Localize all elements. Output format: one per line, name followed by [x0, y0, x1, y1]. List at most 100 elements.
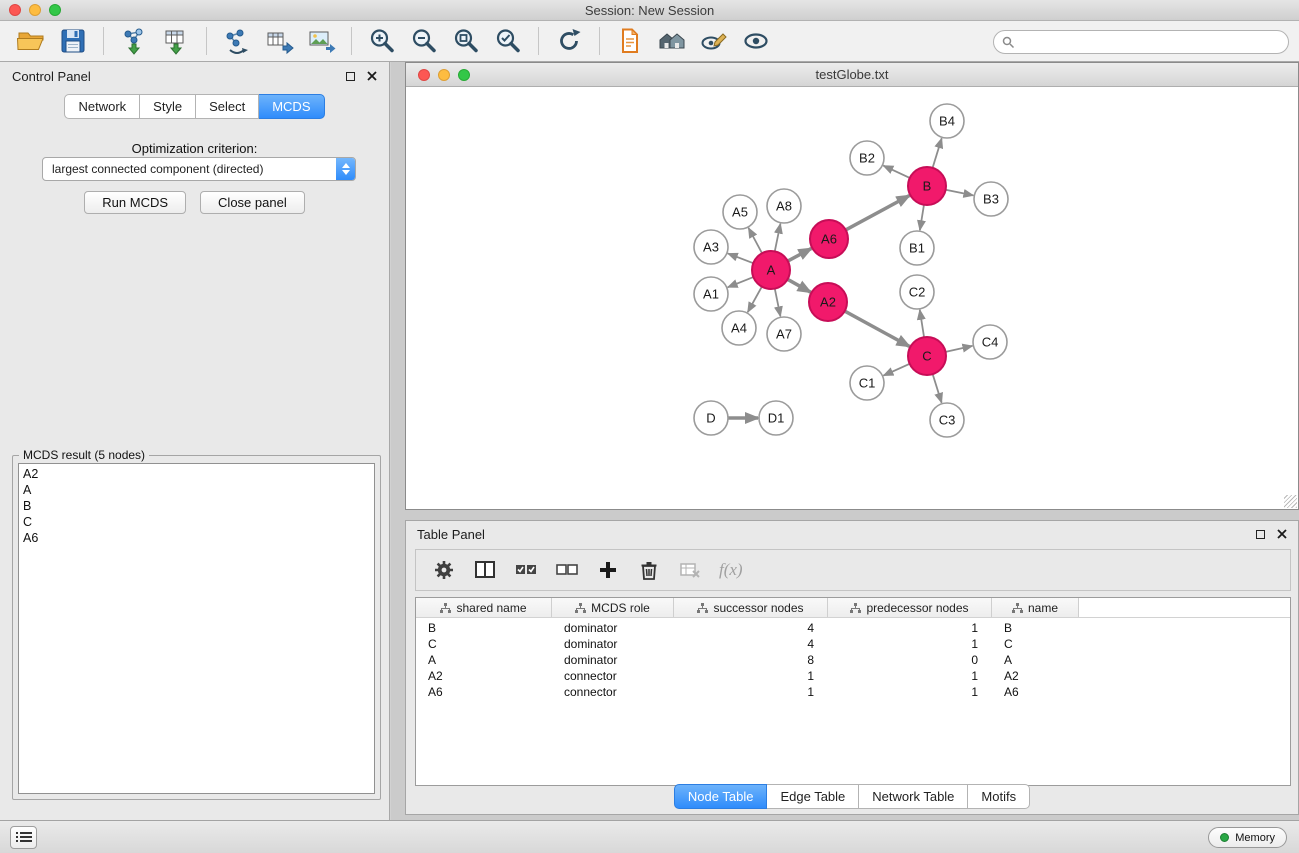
export-image-button[interactable] — [303, 23, 339, 59]
edge-C-C3[interactable] — [933, 374, 942, 403]
close-panel-icon[interactable] — [367, 71, 377, 81]
network-zoom-button[interactable] — [458, 69, 470, 81]
import-network-from-file-button[interactable] — [116, 23, 152, 59]
zoom-fit-button[interactable] — [448, 23, 484, 59]
edge-A-A6[interactable] — [788, 248, 812, 261]
open-session-document-button[interactable] — [612, 23, 648, 59]
column-header-successor-nodes[interactable]: successor nodes — [674, 598, 828, 617]
zoom-window-button[interactable] — [49, 4, 61, 16]
node-A1[interactable]: A1 — [694, 277, 728, 311]
table-row[interactable]: A6connector11A6 — [416, 684, 1290, 700]
column-header-name[interactable]: name — [992, 598, 1079, 617]
visual-style-button[interactable] — [696, 23, 732, 59]
search-field[interactable] — [993, 30, 1289, 54]
split-columns-button[interactable] — [473, 558, 497, 582]
show-panels-button[interactable] — [10, 826, 37, 849]
result-item-b[interactable]: B — [23, 498, 370, 514]
tab-motifs[interactable]: Motifs — [968, 784, 1030, 809]
tab-edge-table[interactable]: Edge Table — [767, 784, 859, 809]
mcds-result-list[interactable]: A2ABCA6 — [18, 463, 375, 794]
close-panel-icon[interactable] — [1277, 529, 1287, 539]
close-panel-button[interactable]: Close panel — [200, 191, 305, 214]
minimize-window-button[interactable] — [29, 4, 41, 16]
node-C[interactable]: C — [908, 337, 946, 375]
node-A4[interactable]: A4 — [722, 311, 756, 345]
select-all-columns-button[interactable] — [514, 558, 538, 582]
node-B4[interactable]: B4 — [930, 104, 964, 138]
float-panel-icon[interactable] — [346, 72, 355, 81]
column-header-mcds-role[interactable]: MCDS role — [552, 598, 674, 617]
node-B2[interactable]: B2 — [850, 141, 884, 175]
node-D1[interactable]: D1 — [759, 401, 793, 435]
result-item-c[interactable]: C — [23, 514, 370, 530]
tab-network[interactable]: Network — [64, 94, 140, 119]
home-button[interactable] — [654, 23, 690, 59]
node-A[interactable]: A — [752, 251, 790, 289]
edge-A-A8[interactable] — [775, 224, 781, 252]
node-D[interactable]: D — [694, 401, 728, 435]
edge-B-B3[interactable] — [946, 190, 974, 196]
window-resize-grip[interactable] — [1284, 495, 1297, 508]
edge-A-A2[interactable] — [788, 279, 811, 292]
new-network-button[interactable] — [219, 23, 255, 59]
edge-A-A5[interactable] — [748, 228, 762, 253]
import-table-from-file-button[interactable] — [158, 23, 194, 59]
table-row[interactable]: Bdominator41B — [416, 620, 1290, 636]
column-header-shared-name[interactable]: shared name — [416, 598, 552, 617]
delete-column-button[interactable] — [637, 558, 661, 582]
node-C3[interactable]: C3 — [930, 403, 964, 437]
table-row[interactable]: Cdominator41C — [416, 636, 1290, 652]
edge-C-C2[interactable] — [920, 310, 924, 337]
network-close-button[interactable] — [418, 69, 430, 81]
edge-B-B4[interactable] — [933, 138, 942, 168]
memory-button[interactable]: Memory — [1208, 827, 1287, 848]
tab-select[interactable]: Select — [196, 94, 259, 119]
float-panel-icon[interactable] — [1256, 530, 1265, 539]
result-item-a2[interactable]: A2 — [23, 466, 370, 482]
node-A7[interactable]: A7 — [767, 317, 801, 351]
node-B3[interactable]: B3 — [974, 182, 1008, 216]
edge-A2-C[interactable] — [845, 311, 910, 346]
edge-B-B2[interactable] — [883, 166, 909, 178]
search-input[interactable] — [1020, 35, 1270, 49]
function-builder-button[interactable]: f(x) — [719, 560, 743, 580]
zoom-selected-button[interactable] — [490, 23, 526, 59]
edge-C-C1[interactable] — [883, 364, 909, 376]
edge-A-A1[interactable] — [728, 277, 754, 287]
node-C4[interactable]: C4 — [973, 325, 1007, 359]
table-row[interactable]: Adominator80A — [416, 652, 1290, 668]
network-minimize-button[interactable] — [438, 69, 450, 81]
edge-C-C4[interactable] — [946, 346, 973, 352]
result-item-a[interactable]: A — [23, 482, 370, 498]
node-B1[interactable]: B1 — [900, 231, 934, 265]
edge-B-B1[interactable] — [920, 205, 924, 230]
node-C2[interactable]: C2 — [900, 275, 934, 309]
edge-A-A3[interactable] — [728, 253, 753, 263]
save-session-button[interactable] — [55, 23, 91, 59]
result-item-a6[interactable]: A6 — [23, 530, 370, 546]
optimization-criterion-select[interactable]: largest connected component (directed) — [42, 157, 356, 181]
table-settings-button[interactable] — [432, 558, 456, 582]
edge-A-A4[interactable] — [748, 287, 762, 313]
export-table-button[interactable] — [261, 23, 297, 59]
node-A2[interactable]: A2 — [809, 283, 847, 321]
node-A6[interactable]: A6 — [810, 220, 848, 258]
edge-A-A7[interactable] — [775, 289, 781, 317]
run-mcds-button[interactable]: Run MCDS — [84, 191, 186, 214]
node-A5[interactable]: A5 — [723, 195, 757, 229]
open-file-button[interactable] — [13, 23, 49, 59]
unselect-all-columns-button[interactable] — [555, 558, 579, 582]
refresh-button[interactable] — [551, 23, 587, 59]
add-column-button[interactable] — [596, 558, 620, 582]
close-window-button[interactable] — [9, 4, 21, 16]
delete-table-button[interactable] — [678, 558, 702, 582]
column-header-predecessor-nodes[interactable]: predecessor nodes — [828, 598, 992, 617]
node-A3[interactable]: A3 — [694, 230, 728, 264]
zoom-out-button[interactable] — [406, 23, 442, 59]
node-C1[interactable]: C1 — [850, 366, 884, 400]
tab-network-table[interactable]: Network Table — [859, 784, 968, 809]
network-canvas[interactable]: B4B2BB3A5A8A6B1A3AC2A1A2A4A7CC4C1C3DD1 — [406, 87, 1298, 509]
edge-A6-B[interactable] — [846, 196, 910, 230]
node-A8[interactable]: A8 — [767, 189, 801, 223]
tab-mcds[interactable]: MCDS — [259, 94, 324, 119]
